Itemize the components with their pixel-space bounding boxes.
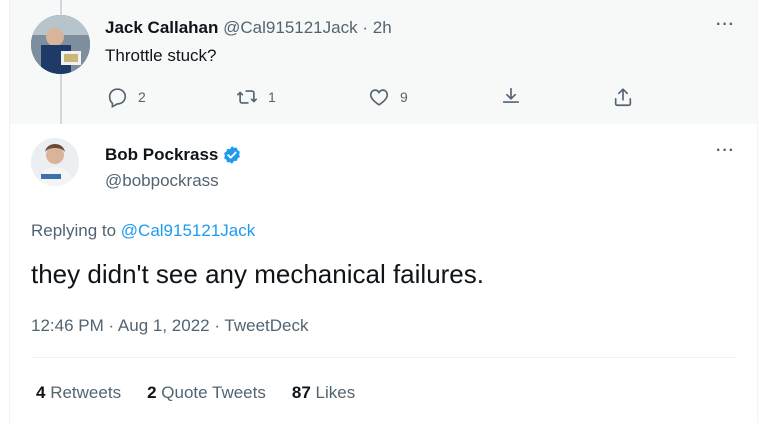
likes-count: 87 bbox=[291, 383, 311, 402]
avatar-photo bbox=[31, 138, 79, 186]
more-icon[interactable]: ··· bbox=[716, 142, 735, 160]
tweet-author-name[interactable]: Bob Pockrass bbox=[105, 145, 218, 165]
share-button[interactable] bbox=[612, 86, 634, 108]
reply-author-handle[interactable]: @Cal915121Jack bbox=[223, 18, 357, 37]
tweet-header: Bob Pockrass bbox=[105, 145, 242, 165]
verified-icon bbox=[224, 146, 241, 164]
avatar[interactable] bbox=[31, 15, 90, 74]
reply-header: Jack Callahan @Cal915121Jack · 2h bbox=[105, 18, 392, 38]
reply-author-name[interactable]: Jack Callahan bbox=[105, 18, 218, 37]
reply-icon bbox=[108, 88, 127, 108]
tweet-text: they didn't see any mechanical failures. bbox=[31, 259, 484, 289]
more-icon[interactable]: ··· bbox=[716, 16, 735, 34]
retweets-label: Retweets bbox=[50, 383, 122, 402]
tweet-meta[interactable]: 12:46 PM · Aug 1, 2022 · TweetDeck bbox=[31, 316, 309, 336]
likes-stat[interactable]: 87 Likes bbox=[292, 383, 355, 403]
reply-time[interactable]: 2h bbox=[373, 18, 392, 37]
reply-button[interactable]: 2 bbox=[106, 86, 146, 108]
timeline-border-right bbox=[757, 0, 758, 423]
tweet-stats: 4 Retweets 2 Quote Tweets 87 Likes bbox=[36, 383, 355, 403]
retweet-icon bbox=[237, 90, 257, 104]
like-count: 9 bbox=[400, 89, 408, 105]
retweet-button[interactable]: 1 bbox=[236, 86, 276, 108]
share-icon bbox=[614, 88, 632, 107]
retweets-count: 4 bbox=[36, 383, 46, 402]
replying-to-link[interactable]: @Cal915121Jack bbox=[121, 221, 255, 240]
tweet-author-handle[interactable]: @bobpockrass bbox=[105, 171, 219, 191]
quotes-count: 2 bbox=[147, 383, 157, 402]
like-button[interactable]: 9 bbox=[368, 86, 408, 108]
divider bbox=[31, 357, 736, 358]
retweet-count: 1 bbox=[268, 89, 276, 105]
like-icon bbox=[369, 89, 389, 106]
replying-to: Replying to @Cal915121Jack bbox=[31, 221, 255, 241]
bookmark-icon bbox=[502, 87, 520, 103]
bookmark-button[interactable] bbox=[500, 86, 522, 108]
replying-prefix: Replying to bbox=[31, 221, 121, 240]
separator: · bbox=[362, 18, 368, 37]
likes-label: Likes bbox=[315, 383, 356, 402]
avatar-photo bbox=[31, 15, 90, 74]
reply-count: 2 bbox=[138, 89, 146, 105]
retweets-stat[interactable]: 4 Retweets bbox=[36, 383, 121, 403]
avatar[interactable] bbox=[31, 138, 79, 186]
quote-tweets-stat[interactable]: 2 Quote Tweets bbox=[147, 383, 266, 403]
reply-text: Throttle stuck? bbox=[105, 46, 217, 65]
quotes-label: Quote Tweets bbox=[161, 383, 266, 402]
